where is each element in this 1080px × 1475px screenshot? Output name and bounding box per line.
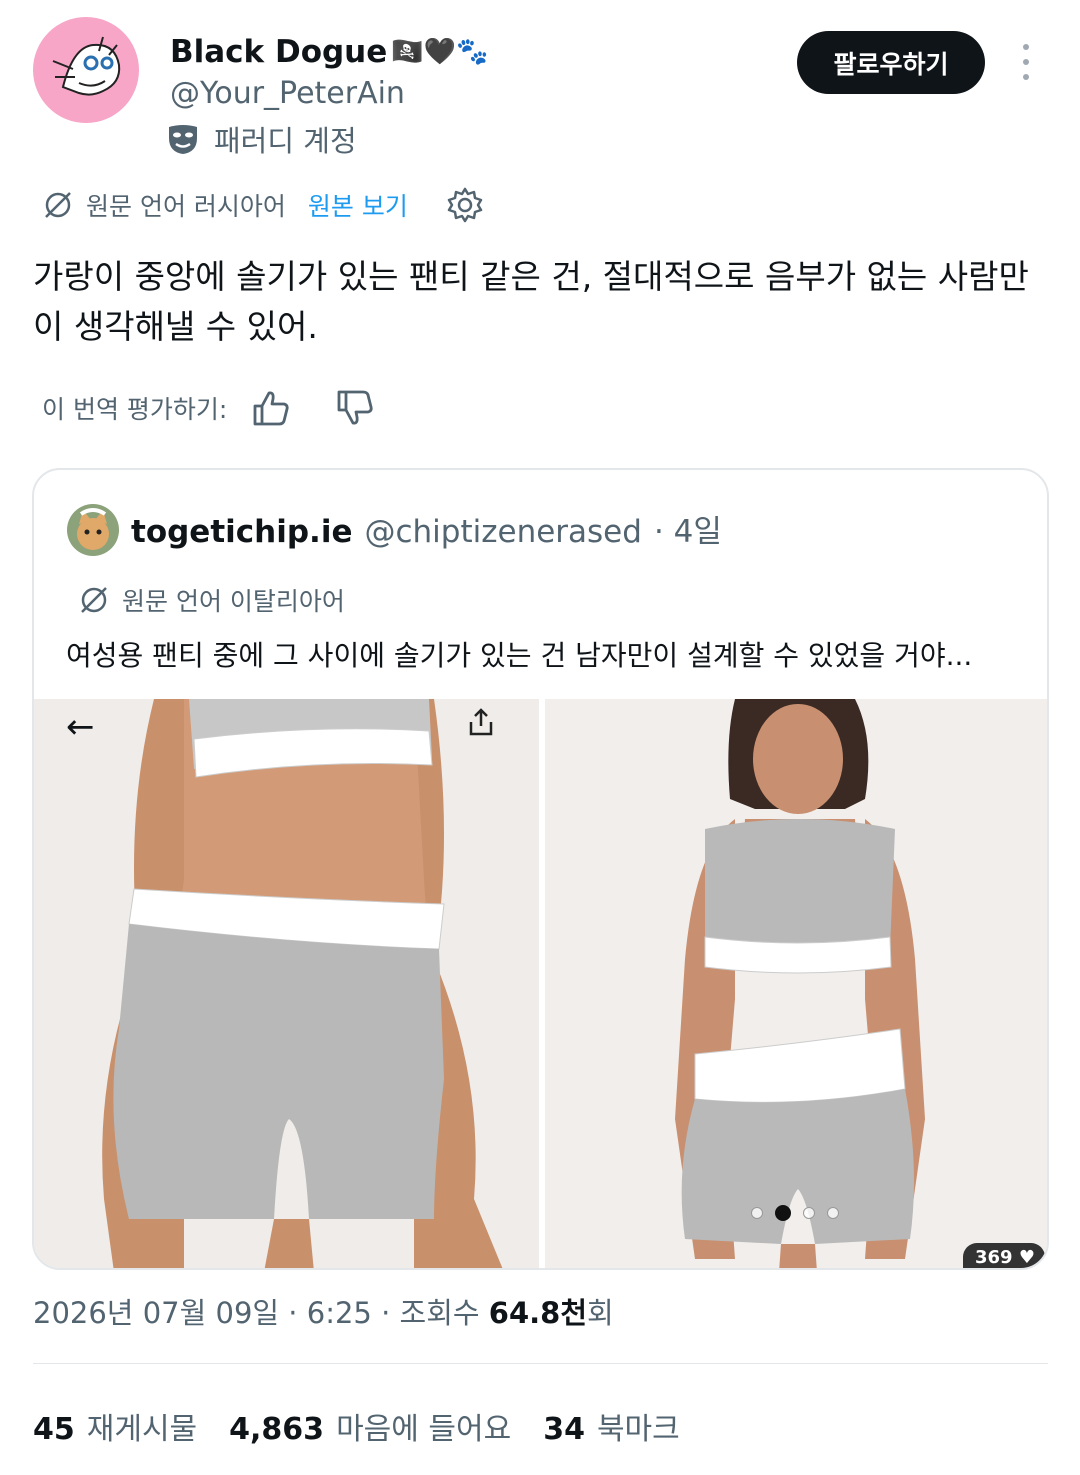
more-options-icon[interactable] (1012, 40, 1040, 84)
quote-display-name[interactable]: togetichip.ie (131, 514, 352, 550)
avatar-drawing (52, 36, 121, 96)
quoted-tweet[interactable]: togetichip.ie @chiptizenerased · 4일 원문 언… (32, 468, 1049, 1270)
author-handle[interactable]: @Your_PeterAin (170, 76, 405, 111)
author-avatar[interactable] (33, 17, 139, 123)
image-likes-count: 369 (975, 1247, 1013, 1268)
source-language: 원문 언어 러시아어 (86, 192, 286, 221)
product-photo-full (545, 699, 1047, 1268)
translate-globe-icon (45, 192, 71, 218)
likes-label: 마음에 들어요 (336, 1412, 512, 1447)
view-count-suffix: 회 (587, 1296, 614, 1330)
quote-image-1[interactable]: ← (34, 699, 539, 1268)
author-emoji-badges: 🏴‍☠️🖤🐾 (391, 37, 489, 67)
divider (33, 1363, 1048, 1364)
bookmarks-label: 북마크 (596, 1412, 680, 1447)
tweet-date[interactable]: 2026년 07월 09일 · 6:25 · 조회수 (33, 1296, 489, 1330)
quote-age: · 4일 (653, 514, 722, 550)
heart-icon: ♥ (1018, 1247, 1035, 1268)
view-original-link[interactable]: 원본 보기 (308, 187, 408, 223)
carousel-dot[interactable] (775, 1205, 791, 1221)
quote-avatar-drawing (77, 508, 109, 550)
quote-translate-globe-icon (81, 587, 107, 613)
author-name-row[interactable]: Black Dogue 🏴‍☠️🖤🐾 (170, 34, 488, 70)
image-likes-badge: 369 ♥ (963, 1243, 1045, 1268)
reposts-stat[interactable]: 45 재게시물 (33, 1404, 197, 1448)
translation-info: 원문 언어 러시아어 원본 보기 (42, 186, 484, 224)
bookmarks-stat[interactable]: 34 북마크 (543, 1404, 680, 1448)
reposts-count: 45 (33, 1412, 75, 1447)
quote-header: togetichip.ie @chiptizenerased · 4일 (131, 506, 722, 551)
quote-image-2[interactable]: 369 ♥ (545, 699, 1047, 1268)
rate-translation-row: 이 번역 평가하기: (42, 388, 419, 428)
carousel-dot[interactable] (803, 1207, 815, 1219)
thumbs-up-icon[interactable] (251, 388, 291, 428)
parody-label: 패러디 계정 (166, 118, 357, 160)
engagement-stats: 45 재게시물 4,863 마음에 들어요 34 북마크 (33, 1404, 680, 1448)
back-arrow-icon[interactable]: ← (66, 707, 95, 747)
quote-source-language: 원문 언어 이탈리아어 (122, 587, 345, 616)
bookmarks-count: 34 (543, 1412, 585, 1447)
parody-mask-icon (169, 125, 197, 154)
quote-translation-info: 원문 언어 이탈리아어 (78, 582, 345, 618)
view-count: 64.8천 (488, 1296, 588, 1330)
thumbs-down-icon[interactable] (335, 388, 375, 428)
likes-count: 4,863 (229, 1412, 325, 1447)
tweet-metadata: 2026년 07월 09일 · 6:25 · 조회수 64.8천회 (33, 1290, 614, 1332)
quote-text: 여성용 팬티 중에 그 사이에 솔기가 있는 건 남자만이 설계할 수 있었을 … (66, 639, 973, 672)
parody-label-text: 패러디 계정 (214, 124, 357, 158)
share-icon[interactable] (466, 707, 496, 737)
translation-settings-gear-icon[interactable] (446, 186, 484, 224)
likes-stat[interactable]: 4,863 마음에 들어요 (229, 1404, 511, 1448)
tweet-text: 가랑이 중앙에 솔기가 있는 팬티 같은 건, 절대적으로 음부가 없는 사람만… (33, 257, 1029, 346)
carousel-dot[interactable] (827, 1207, 839, 1219)
product-photo-closeup (34, 699, 539, 1268)
author-display-name[interactable]: Black Dogue (170, 34, 387, 70)
carousel-dot[interactable] (751, 1207, 763, 1219)
follow-button[interactable]: 팔로우하기 (797, 31, 985, 94)
quote-media[interactable]: ← 369 ♥ (34, 699, 1047, 1268)
rate-translation-prompt: 이 번역 평가하기: (42, 395, 228, 424)
reposts-label: 재게시물 (86, 1412, 198, 1447)
carousel-indicator[interactable] (751, 1205, 839, 1221)
quote-handle[interactable]: @chiptizenerased (364, 514, 641, 550)
quote-author-avatar[interactable] (67, 504, 119, 556)
